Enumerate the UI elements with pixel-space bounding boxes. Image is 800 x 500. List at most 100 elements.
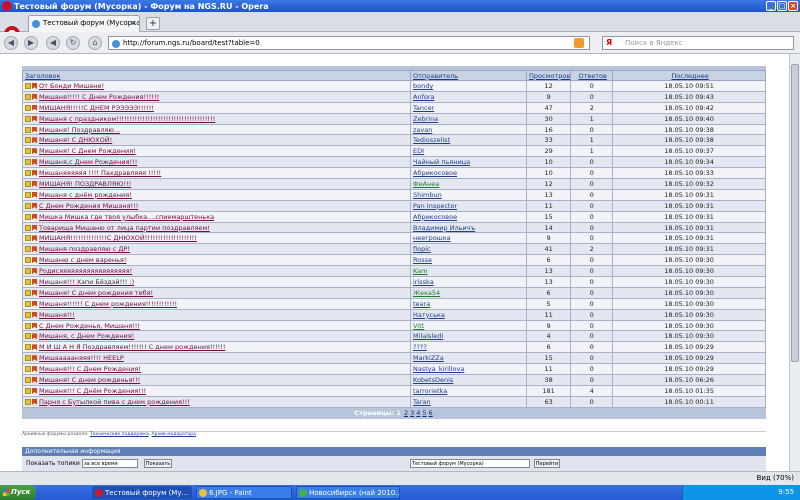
period-select[interactable]: за все время (82, 458, 138, 468)
topic-link[interactable]: МИШАНЯ! ПОЗДРАВЛЯЮ!!! (39, 180, 131, 188)
topic-link[interactable]: Мишаня!!! С Днем Рождения! (39, 365, 141, 373)
author-link[interactable]: zavan (413, 126, 432, 134)
replies-cell: 0 (570, 254, 614, 267)
author-link[interactable]: ФеАнеа (413, 180, 439, 188)
rss-feed-icon[interactable] (574, 38, 584, 48)
zoom-level[interactable]: Вид (70%) (757, 474, 794, 482)
archive-label: Архивные форумы раздела: (22, 431, 89, 437)
author-link[interactable]: EDI (413, 147, 424, 155)
author-link[interactable]: Zebrina (413, 115, 438, 123)
page-link[interactable]: 2 (404, 409, 408, 417)
header-replies[interactable]: Ответов (570, 70, 614, 81)
topic-link[interactable]: С Днем Рожденья, Мишаня!!! (39, 322, 140, 330)
author-link[interactable]: irisska (413, 278, 434, 286)
header-views[interactable]: Просмотров (525, 70, 572, 81)
author-link[interactable]: flopic (413, 245, 431, 253)
topic-link[interactable]: Мишаня!!! (39, 311, 75, 319)
topic-link[interactable]: Мишаня! С днем рожденья!!! (39, 376, 140, 384)
author-link[interactable]: Натуська (413, 311, 445, 319)
topic-link[interactable]: Мишаня! С ДНЮХОЙ! (39, 136, 112, 144)
topic-link[interactable]: Мишаня! Поздравляю... (39, 126, 120, 134)
close-button[interactable]: × (788, 1, 798, 11)
author-link[interactable]: teara (413, 300, 430, 308)
show-button[interactable]: Показать (144, 458, 172, 468)
new-tab-button[interactable]: + (146, 17, 160, 30)
tab-close-icon[interactable]: × (130, 19, 136, 27)
topic-link[interactable]: Мишаня,с Днем Рождения!!! (39, 158, 137, 166)
scrollbar-thumb[interactable] (791, 64, 799, 362)
topic-link[interactable]: Мишаня!!!!!! С днем рождения!!!!!!!!!!!! (39, 300, 177, 308)
author-link[interactable]: неегрошка (413, 234, 451, 242)
archive-link-support[interactable]: Технические поддержка (90, 432, 149, 437)
topic-link[interactable]: От Бонди Мишане! (39, 82, 104, 90)
maximize-button[interactable]: □ (777, 1, 787, 11)
author-link[interactable]: ???? (413, 343, 427, 351)
home-button[interactable]: ⌂ (88, 36, 102, 50)
topic-link[interactable]: С Днем Рождения Мишаня!!! (39, 202, 138, 210)
vertical-scrollbar[interactable] (789, 54, 800, 471)
address-bar[interactable]: http://forum.ngs.ru/board/test?table=0 (108, 36, 590, 50)
tab-forum[interactable]: Тестовый форум (Мусорка) × (28, 15, 140, 32)
reload-button[interactable]: ↻ (66, 36, 80, 50)
topic-link[interactable]: Парня с Бутылкой пива с днем рождения!!! (39, 398, 190, 406)
author-link[interactable]: Жека54 (413, 289, 440, 297)
author-link[interactable]: Абрикосовое (413, 169, 457, 177)
rewind-button[interactable]: ◀ (46, 36, 60, 50)
topic-link[interactable]: Мишаня, с Днем Рождения! (39, 332, 134, 340)
author-link[interactable]: KobetsDenis (413, 376, 453, 384)
header-last[interactable]: Последнее (612, 70, 766, 81)
author-link[interactable]: Nastya_kirillova (413, 365, 464, 373)
forum-select[interactable]: Тестовый форум (Мусорка) (410, 458, 530, 468)
search-input[interactable]: Я Поиск в Яндекс (602, 36, 794, 50)
author-link[interactable]: Абрикосовое (413, 213, 457, 221)
page-link[interactable]: 6 (429, 409, 433, 417)
author-link[interactable]: Tedioszelist (413, 136, 450, 144)
archive-link-moderator[interactable]: Архив модератора (152, 432, 196, 437)
topic-link[interactable]: Родисяяяяяяяяяяяяяяяяяя! (39, 267, 132, 275)
topic-link[interactable]: Мишаня!!!!! С Днем Рождения!!!!!! (39, 93, 159, 101)
task-map[interactable]: Новосибирск (най 2010... (296, 486, 400, 499)
topic-link[interactable]: Товарища Мишаню от лица партии поздравля… (39, 224, 210, 232)
author-link[interactable]: Kam (413, 267, 427, 275)
task-paint[interactable]: 6.JPG - Paint (196, 486, 292, 499)
minimize-button[interactable]: _ (766, 1, 776, 11)
author-link[interactable]: Rosse (413, 256, 432, 264)
author-link[interactable]: Taran (413, 398, 431, 406)
author-link[interactable]: Tancer (413, 104, 434, 112)
topic-link[interactable]: Мишаня с праздником!!!!!!!!!!!!!!!!!!!!!… (39, 115, 215, 123)
start-button[interactable]: Пуск (0, 485, 36, 500)
topic-link[interactable]: Мишаню с днем варенья! (39, 256, 126, 264)
topic-link[interactable]: Мишаня! С Днем Рождения! (39, 147, 136, 155)
author-link[interactable]: MarkiZZa (413, 354, 444, 362)
author-link[interactable]: Anfora (413, 93, 435, 101)
page-link[interactable]: 5 (422, 409, 426, 417)
topic-link[interactable]: Мишаня!!! Хэпи Бёздэй!!! :) (39, 278, 134, 286)
author-link[interactable]: Владимир Ильичъ (413, 224, 475, 232)
header-topic[interactable]: Заголовок (22, 70, 411, 81)
task-opera[interactable]: Тестовый форум (Му... (92, 486, 192, 499)
author-link[interactable]: Чайный пьяница (413, 158, 470, 166)
back-button[interactable]: ◀ (4, 36, 18, 50)
page-link[interactable]: 3 (410, 409, 414, 417)
topic-link[interactable]: МИШАНЯ!!!!!!!!!!!!!!С ДНЮХОЙ!!!!!!!!!!!!… (39, 234, 197, 242)
author-link[interactable]: tarrorietka (413, 387, 447, 395)
forward-button[interactable]: ▶ (24, 36, 38, 50)
topic-link[interactable]: Мишка Мишка где твоя улыбка....спиемаршт… (39, 213, 214, 221)
topic-link[interactable]: Мишаняяяяяя !!!! Пахдравляяя !!!!! (39, 169, 161, 177)
page-link[interactable]: 4 (416, 409, 420, 417)
topic-link[interactable]: Мишаня! С днем рождения тебя! (39, 289, 153, 297)
topic-link[interactable]: Мишаня!!! С Днём Рождения!!! (39, 387, 146, 395)
topic-link[interactable]: М И Ш А Н Я Поздравляем!!!!!!! С днем ро… (39, 343, 226, 351)
author-cell: bondy (410, 80, 527, 92)
author-link[interactable]: bondy (413, 82, 433, 90)
topic-link[interactable]: Мишаня поздравляю с ДР! (39, 245, 130, 253)
author-link[interactable]: Milaisledi (413, 332, 443, 340)
topic-link[interactable]: МИШАНЯ!!!!!С ДНЕМ РЭЭЭЭЭ!!!!!! (39, 104, 154, 112)
go-button[interactable]: Перейти (534, 458, 560, 468)
author-link[interactable]: Vitt (413, 322, 424, 330)
topic-link[interactable]: Мишаня с днём рождения! (39, 191, 132, 199)
topic-link[interactable]: Мишаааааняяя!!!! HEELP (39, 354, 124, 362)
author-link[interactable]: Shimbun (413, 191, 442, 199)
author-link[interactable]: Pan Inspector (413, 202, 457, 210)
header-author[interactable]: Отправитель (410, 70, 527, 81)
